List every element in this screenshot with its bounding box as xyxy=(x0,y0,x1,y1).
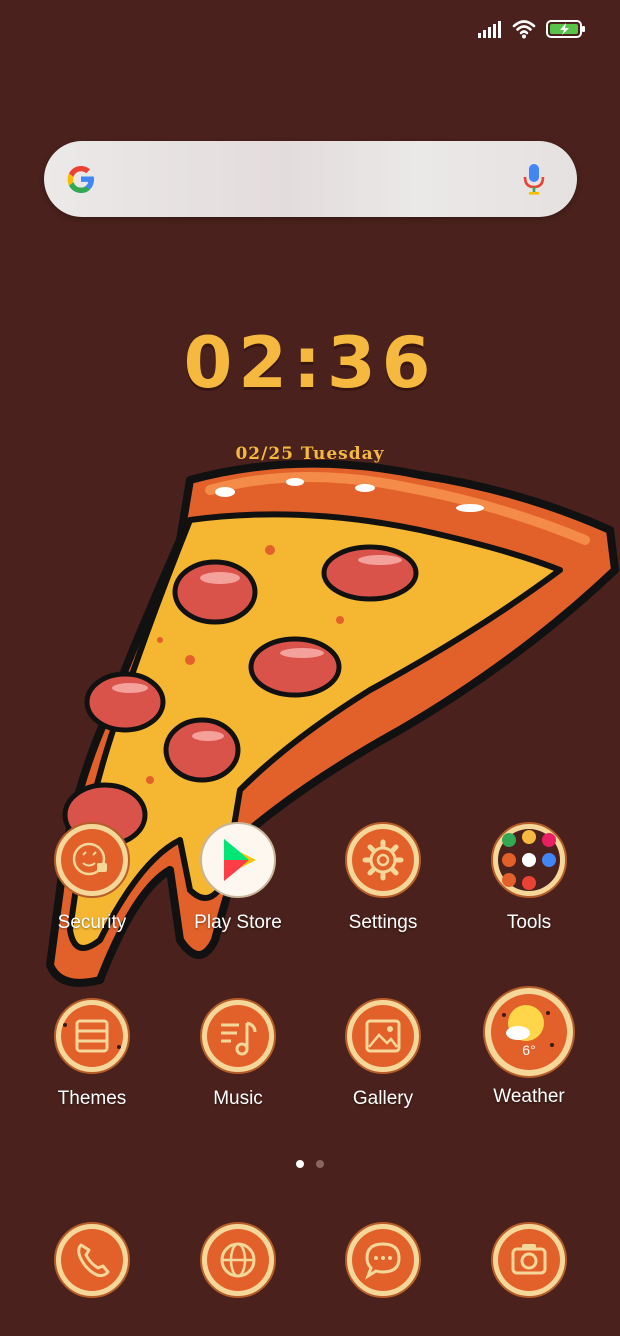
browser-globe-icon xyxy=(200,1222,276,1298)
app-label: Music xyxy=(213,1088,263,1109)
page-indicator[interactable] xyxy=(0,1160,620,1168)
app-gallery[interactable]: Gallery xyxy=(313,997,453,1110)
wifi-icon xyxy=(512,20,536,39)
app-themes[interactable]: Themes xyxy=(22,997,162,1110)
app-settings[interactable]: Settings xyxy=(313,821,453,934)
status-bar xyxy=(478,14,586,44)
app-label: Themes xyxy=(57,1088,127,1109)
page-dot-active[interactable] xyxy=(296,1160,304,1168)
dock-phone[interactable] xyxy=(22,1221,162,1299)
music-icon xyxy=(200,998,276,1074)
weather-temp: 6° xyxy=(522,1042,536,1058)
folder-icon xyxy=(491,822,567,898)
app-weather[interactable]: 6° Weather xyxy=(459,985,599,1108)
dock-browser[interactable] xyxy=(168,1221,308,1299)
gear-icon xyxy=(345,822,421,898)
phone-icon xyxy=(54,1222,130,1298)
google-search-bar[interactable] xyxy=(44,141,577,217)
app-label: Weather xyxy=(493,1086,565,1107)
page-dot[interactable] xyxy=(316,1160,324,1168)
dock-messages[interactable] xyxy=(313,1221,453,1299)
messages-icon xyxy=(345,1222,421,1298)
gallery-icon xyxy=(345,998,421,1074)
app-label: Tools xyxy=(506,912,552,933)
battery-charging-icon xyxy=(546,20,585,38)
app-play-store[interactable]: Play Store xyxy=(168,821,308,934)
security-face-icon xyxy=(54,822,130,898)
app-security[interactable]: Security xyxy=(22,821,162,934)
microphone-icon[interactable] xyxy=(523,163,545,195)
app-label: Gallery xyxy=(352,1088,414,1109)
app-label: Play Store xyxy=(194,912,282,933)
app-music[interactable]: Music xyxy=(168,997,308,1110)
weather-icon xyxy=(483,986,575,1078)
themes-icon xyxy=(54,998,130,1074)
signal-icon xyxy=(478,21,501,38)
app-label: Security xyxy=(57,912,127,933)
folder-tools[interactable]: Tools xyxy=(459,821,599,934)
dock-camera[interactable] xyxy=(459,1221,599,1299)
camera-icon xyxy=(491,1222,567,1298)
app-label: Settings xyxy=(348,912,418,933)
google-g-icon xyxy=(67,166,94,193)
clock-widget[interactable]: 02:36 xyxy=(0,322,620,404)
play-store-icon xyxy=(200,822,276,898)
